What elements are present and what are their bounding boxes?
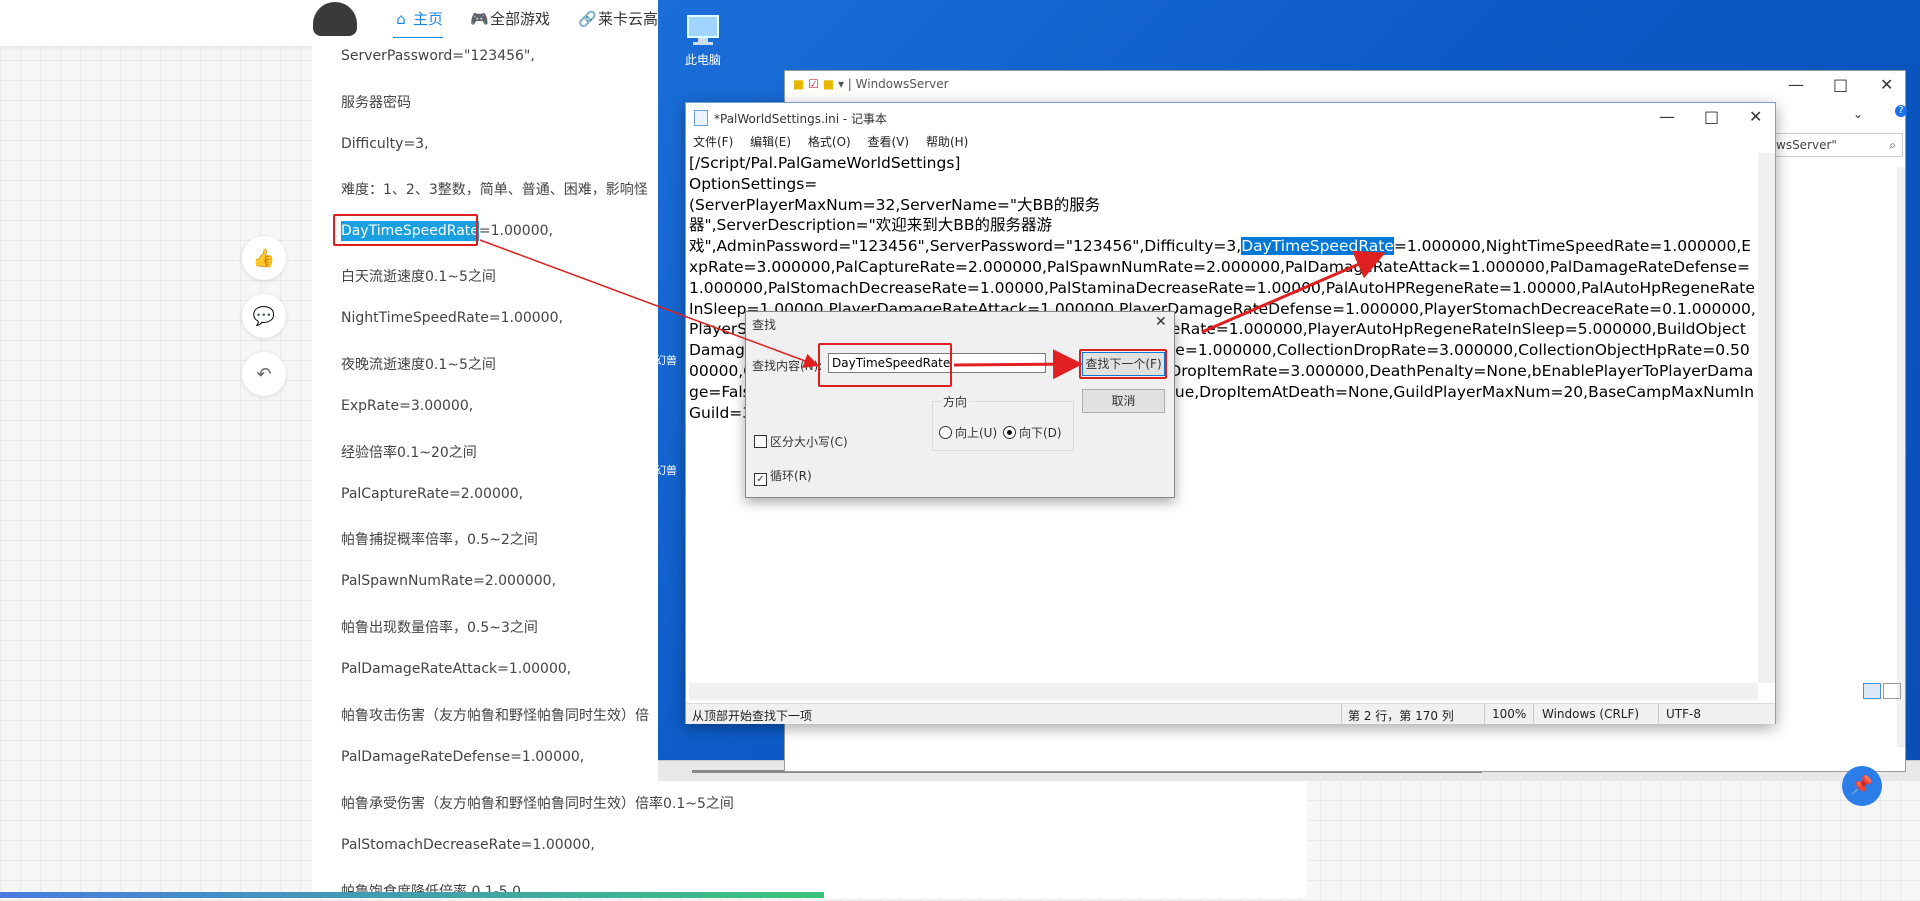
pin-icon: 📌 [1850,775,1874,796]
arrow-find-to-next [953,349,1083,380]
annotation-arrows [479,239,1386,380]
arrow-to-selection [1201,250,1386,334]
pin-button[interactable]: 📌 [1842,766,1882,806]
arrow-article-to-find [479,239,819,368]
